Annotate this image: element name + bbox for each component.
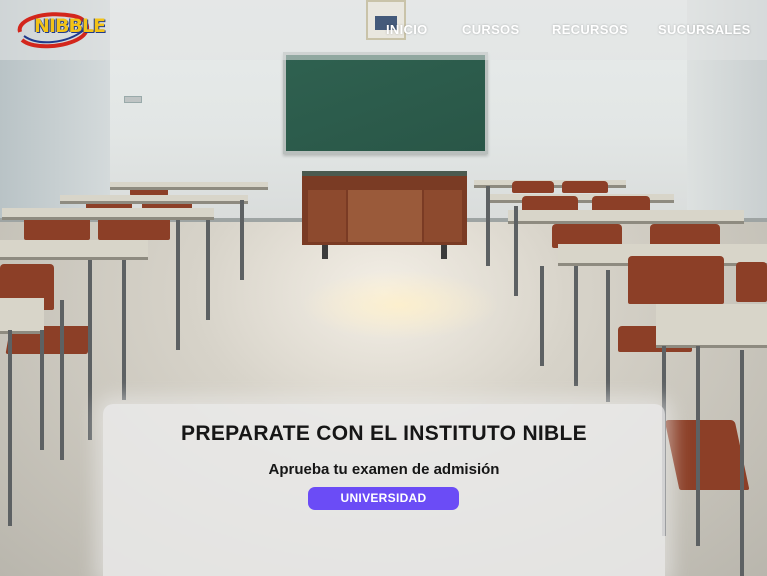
student-desk: [2, 208, 214, 220]
student-desk: [508, 210, 744, 224]
hero-card: PREPARATE CON EL INSTITUTO NIBLE Aprueba…: [103, 404, 665, 576]
nav-link-sucursales[interactable]: SUCURSALES: [658, 22, 751, 37]
universidad-button[interactable]: UNIVERSIDAD: [308, 487, 459, 510]
chalkboard: [283, 52, 488, 154]
nav-link-recursos[interactable]: RECURSOS: [552, 22, 628, 37]
student-desk: [0, 240, 148, 260]
student-desk: [110, 182, 268, 190]
wall-outlet: [124, 96, 142, 103]
student-desk: [60, 195, 248, 204]
top-navbar: NIBBLE INICIO CURSOS RECURSOS SUCURSALES: [0, 0, 767, 60]
hero-subtitle: Aprueba tu examen de admisión: [268, 461, 500, 478]
chair: [512, 181, 554, 193]
chair: [562, 181, 608, 193]
nav-link-inicio[interactable]: INICIO: [386, 22, 428, 37]
chair: [628, 256, 724, 304]
brand-logo[interactable]: NIBBLE: [14, 6, 106, 52]
student-desk: [656, 304, 767, 348]
nav-link-cursos[interactable]: CURSOS: [462, 22, 519, 37]
chair: [736, 262, 767, 302]
chair: [664, 420, 750, 490]
student-desk: [0, 298, 44, 334]
logo-wordmark: NIBBLE: [34, 15, 106, 37]
hero-title: PREPARATE CON EL INSTITUTO NIBLE: [181, 422, 587, 445]
teacher-desk: [302, 171, 467, 259]
floor-reflection: [300, 270, 500, 340]
